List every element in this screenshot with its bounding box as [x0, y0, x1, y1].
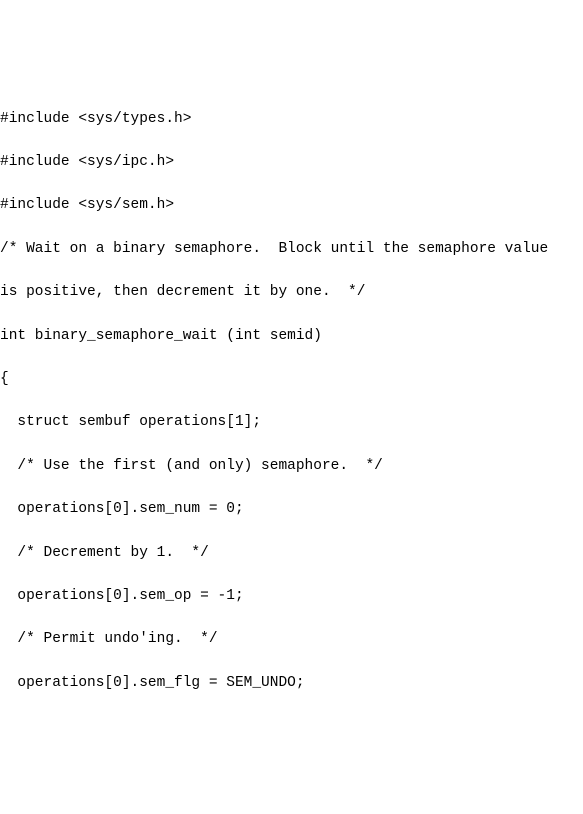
code-line: operations[0].sem_flg = SEM_UNDO;	[0, 673, 583, 695]
code-line: is positive, then decrement it by one. *…	[0, 282, 583, 304]
code-line: #include <sys/sem.h>	[0, 195, 583, 217]
code-line: operations[0].sem_num = 0;	[0, 499, 583, 521]
code-line: operations[0].sem_op = -1;	[0, 586, 583, 608]
code-line: #include <sys/types.h>	[0, 109, 583, 131]
code-listing: #include <sys/types.h> #include <sys/ipc…	[0, 87, 583, 706]
code-line: /* Permit undo'ing. */	[0, 629, 583, 651]
code-line: #include <sys/ipc.h>	[0, 152, 583, 174]
code-line: {	[0, 369, 583, 391]
code-line: /* Use the first (and only) semaphore. *…	[0, 456, 583, 478]
code-line: /* Decrement by 1. */	[0, 543, 583, 565]
code-line: /* Wait on a binary semaphore. Block unt…	[0, 239, 583, 261]
code-line: int binary_semaphore_wait (int semid)	[0, 326, 583, 348]
code-line: struct sembuf operations[1];	[0, 412, 583, 434]
